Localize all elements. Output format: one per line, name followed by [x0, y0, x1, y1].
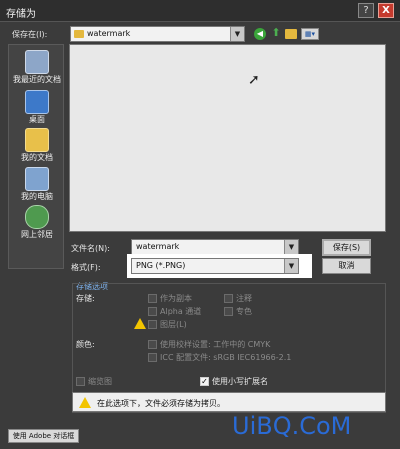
as-copy-label: 作为副本	[160, 294, 192, 303]
sidebar-item-label: 网上邻居	[21, 230, 53, 239]
storage-label: 存储:	[76, 294, 95, 303]
warning-bar: 在此选项下，文件必须存储为拷贝。	[72, 392, 386, 412]
layers-checkbox[interactable]	[148, 320, 157, 329]
new-folder-icon[interactable]	[285, 29, 297, 39]
sidebar-item-label: 我的文档	[21, 153, 53, 162]
icc-checkbox[interactable]	[148, 353, 157, 362]
network-places-icon	[25, 205, 49, 229]
filename-input[interactable]: watermark ▼	[131, 239, 299, 255]
sidebar-item-desktop[interactable]: 桌面	[9, 90, 65, 125]
my-documents-icon	[25, 128, 49, 152]
recent-documents-icon	[25, 50, 49, 74]
thumbnail-checkbox[interactable]	[76, 377, 85, 386]
chevron-down-icon[interactable]: ▼	[284, 240, 298, 254]
folder-icon	[74, 30, 84, 38]
warning-icon	[79, 397, 91, 408]
adobe-dialog-button[interactable]: 使用 Adobe 对话框	[8, 429, 79, 443]
window-title: 存储为	[6, 9, 36, 20]
color-label: 颜色:	[76, 340, 95, 349]
location-label: 保存在(I):	[12, 30, 48, 39]
sidebar-item-my-computer[interactable]: 我的电脑	[9, 167, 65, 202]
places-sidebar: 我最近的文档 桌面 我的文档 我的电脑 网上邻居	[8, 44, 64, 269]
use-proof-checkbox[interactable]	[148, 340, 157, 349]
desktop-icon	[25, 90, 49, 114]
filename-value: watermark	[136, 242, 180, 251]
format-value: PNG (*.PNG)	[136, 261, 186, 270]
sidebar-item-label: 我最近的文档	[13, 75, 61, 84]
format-label: 格式(F):	[71, 263, 101, 272]
chevron-down-icon[interactable]: ▼	[230, 27, 244, 41]
view-menu-icon[interactable]: ▦▾	[301, 28, 319, 40]
back-icon[interactable]: ◀	[254, 28, 266, 40]
icc-label: ICC 配置文件: sRGB IEC61966-2.1	[160, 353, 292, 362]
warning-icon	[134, 318, 146, 329]
sidebar-item-label: 桌面	[29, 115, 45, 124]
sidebar-item-recent[interactable]: 我最近的文档	[9, 50, 65, 85]
my-computer-icon	[25, 167, 49, 191]
chevron-down-icon[interactable]: ▼	[284, 259, 298, 273]
thumbnail-label: 缩览图	[88, 377, 112, 386]
save-button[interactable]: 保存(S)	[322, 239, 371, 256]
as-copy-checkbox[interactable]	[148, 294, 157, 303]
sidebar-item-network[interactable]: 网上邻居	[9, 205, 65, 240]
file-list[interactable]: ➚	[69, 44, 386, 232]
up-folder-icon[interactable]: ⬆	[270, 27, 282, 40]
help-button[interactable]: ?	[358, 3, 374, 18]
spot-checkbox[interactable]	[224, 307, 233, 316]
warning-text: 在此选项下，文件必须存储为拷贝。	[97, 399, 225, 408]
cancel-button[interactable]: 取消	[322, 258, 371, 274]
sidebar-item-my-documents[interactable]: 我的文档	[9, 128, 65, 163]
site-watermark: UiBQ.CoM	[232, 412, 352, 440]
layers-label: 图层(L)	[160, 320, 187, 329]
close-button[interactable]: X	[378, 3, 394, 18]
spot-label: 专色	[236, 307, 252, 316]
annotations-label: 注释	[236, 294, 252, 303]
use-proof-label: 使用校样设置: 工作中的 CMYK	[160, 340, 271, 349]
lowercase-ext-label: 使用小写扩展名	[212, 377, 268, 386]
sidebar-item-label: 我的电脑	[21, 192, 53, 201]
title-bar: 存储为 ? X	[0, 0, 400, 22]
format-dropdown[interactable]: PNG (*.PNG) ▼	[131, 258, 299, 274]
location-value: watermark	[87, 29, 131, 38]
alpha-checkbox[interactable]	[148, 307, 157, 316]
annotations-checkbox[interactable]	[224, 294, 233, 303]
location-dropdown[interactable]: watermark ▼	[70, 26, 245, 42]
lowercase-ext-checkbox[interactable]: ✓	[200, 377, 209, 386]
alpha-label: Alpha 通道	[160, 307, 202, 316]
filename-label: 文件名(N):	[71, 244, 110, 253]
cursor-icon: ➚	[248, 72, 260, 88]
